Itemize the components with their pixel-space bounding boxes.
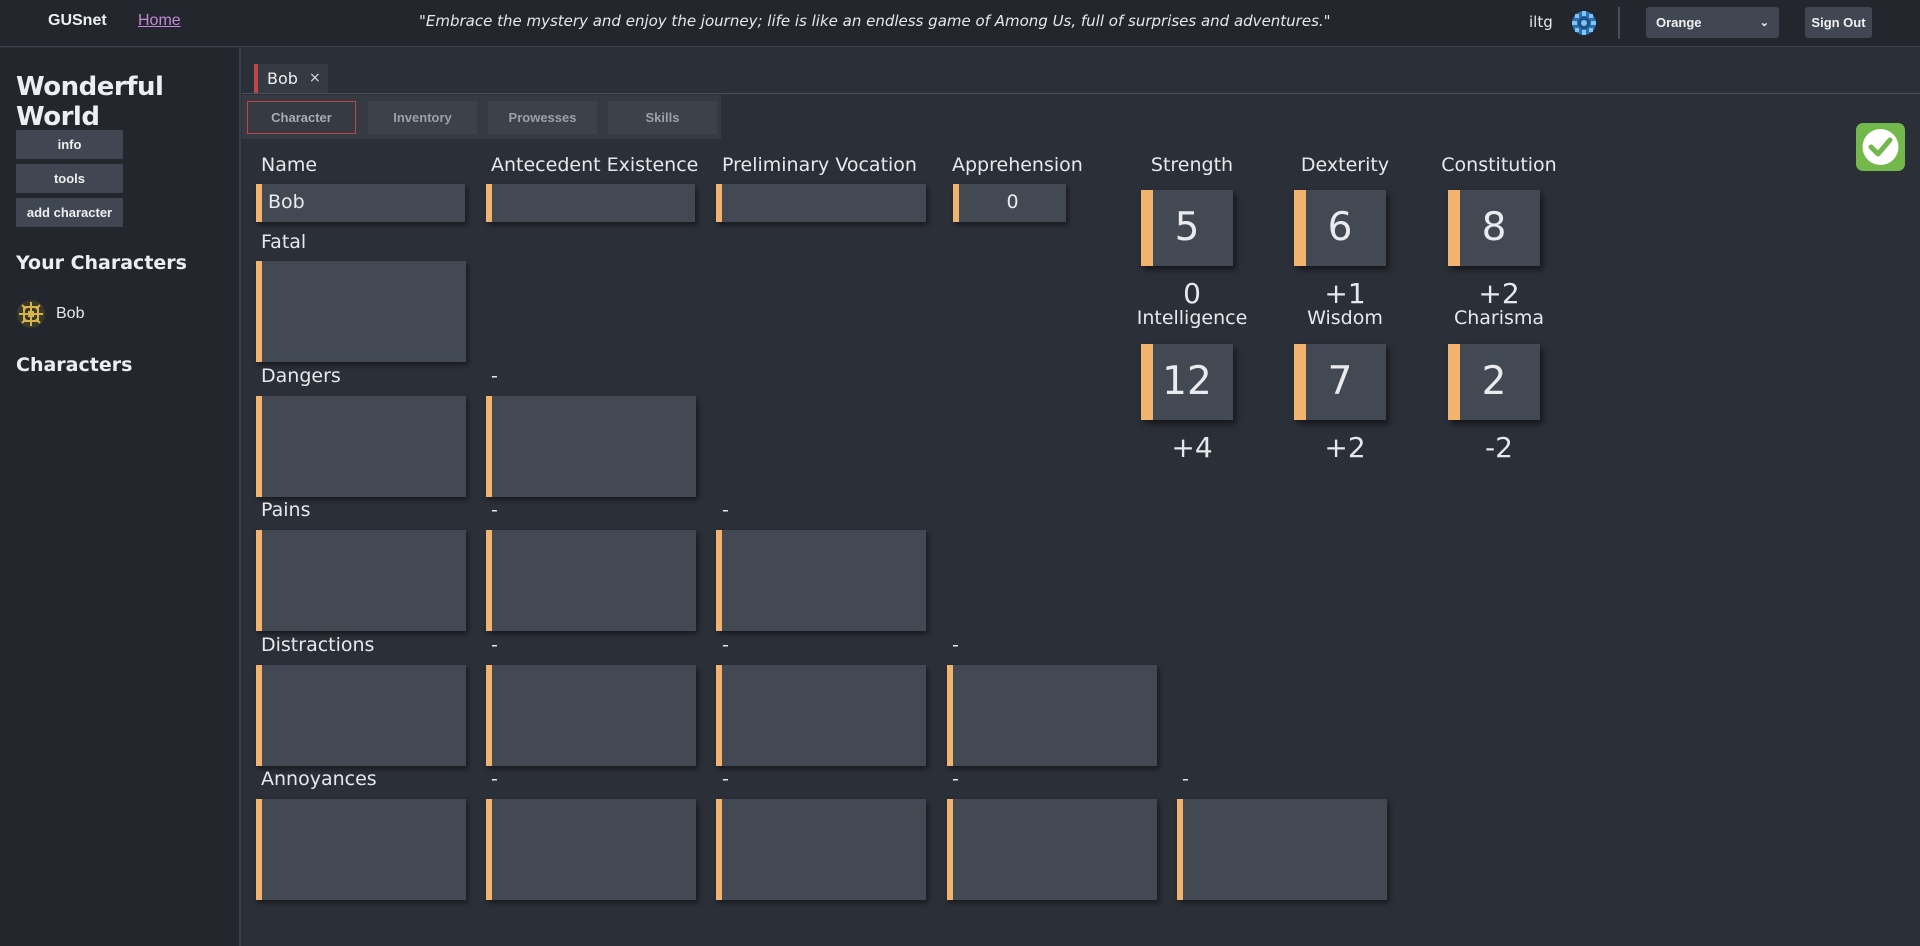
annoyances-dash-2: - [491,768,498,790]
annoyances-box-2[interactable] [486,799,696,900]
tab-bob[interactable]: Bob × [254,64,328,93]
pains-dash-2: - [491,499,498,521]
tab-character[interactable]: Character [247,101,356,134]
close-icon[interactable]: × [309,70,321,86]
tools-button[interactable]: tools [16,164,123,193]
fatal-label: Fatal [261,231,307,253]
tab-label: Bob [267,69,298,88]
apprehension-label: Apprehension [952,154,1083,176]
distractions-box-3[interactable] [716,665,926,766]
apprehension-field[interactable]: 0 [953,184,1066,222]
tab-prowesses[interactable]: Prowesses [488,101,597,134]
header-divider [1618,7,1620,39]
stat-strength-label: Strength [1150,154,1234,176]
pains-box-2[interactable] [486,530,696,631]
theme-select[interactable]: Orange ⌄ [1646,7,1779,38]
fatal-box-1[interactable] [256,261,466,362]
antecedent-field[interactable] [486,184,695,222]
distractions-box-1[interactable] [256,665,466,766]
character-token-icon [16,299,46,329]
stat-dexterity-label: Dexterity [1300,154,1390,176]
annoyances-box-1[interactable] [256,799,466,900]
dangers-box-1[interactable] [256,396,466,497]
stat-wisdom-value[interactable]: 7 [1294,344,1386,420]
annoyances-dash-5: - [1182,768,1189,790]
stat-strength-value[interactable]: 5 [1141,190,1233,266]
username: iltg [1529,13,1553,31]
sidebar-item-bob[interactable]: Bob [16,299,216,329]
annoyances-box-3[interactable] [716,799,926,900]
name-label: Name [261,154,318,176]
stat-charisma-mod: -2 [1485,431,1513,464]
your-characters-heading: Your Characters [16,252,187,274]
pains-label: Pains [261,499,311,521]
stat-strength-mod: 0 [1183,277,1201,310]
antecedent-label: Antecedent Existence [491,154,699,176]
sign-out-button[interactable]: Sign Out [1805,7,1872,38]
stat-wisdom-label: Wisdom [1307,307,1383,329]
sidebar: Wonderful World info tools add character… [0,48,241,946]
save-check-button[interactable] [1856,123,1905,171]
character-sub-tabs: Character Inventory Prowesses Skills [242,95,721,139]
world-title: Wonderful World [16,72,164,132]
distractions-dash-2: - [491,634,498,656]
add-character-button[interactable]: add character [16,198,123,227]
name-field[interactable]: Bob [256,184,465,222]
dangers-label: Dangers [261,365,341,387]
stat-constitution-label: Constitution [1441,154,1557,176]
stat-dexterity-value[interactable]: 6 [1294,190,1386,266]
pains-box-3[interactable] [716,530,926,631]
theme-select-value: Orange [1656,15,1702,30]
pains-box-1[interactable] [256,530,466,631]
annoyances-dash-4: - [952,768,959,790]
stat-wisdom-mod: +2 [1324,431,1366,464]
distractions-box-4[interactable] [947,665,1157,766]
stat-intelligence-mod: +4 [1171,431,1213,464]
home-link[interactable]: Home [138,12,181,30]
dangers-box-2[interactable] [486,396,696,497]
info-button[interactable]: info [16,130,123,159]
stat-charisma-value[interactable]: 2 [1448,344,1540,420]
stat-constitution-value[interactable]: 8 [1448,190,1540,266]
annoyances-box-5[interactable] [1177,799,1387,900]
dangers-dash-2: - [491,365,498,387]
annoyances-box-4[interactable] [947,799,1157,900]
tab-skills[interactable]: Skills [608,101,717,134]
settings-gear-icon[interactable] [1570,9,1598,37]
stat-intelligence-value[interactable]: 12 [1141,344,1233,420]
quote-banner: "Embrace the mystery and enjoy the journ… [419,12,1331,30]
distractions-box-2[interactable] [486,665,696,766]
vocation-label: Preliminary Vocation [722,154,917,176]
tab-inventory[interactable]: Inventory [368,101,477,134]
sidebar-item-label: Bob [56,305,85,322]
brand-logo[interactable]: GUSnet [48,12,107,30]
annoyances-label: Annoyances [261,768,377,790]
stat-constitution-mod: +2 [1478,277,1520,310]
stat-dexterity-mod: +1 [1324,277,1366,310]
chevron-down-icon: ⌄ [1759,17,1769,29]
stat-charisma-label: Charisma [1453,307,1545,329]
distractions-dash-3: - [722,634,729,656]
stat-intelligence-label: Intelligence [1136,307,1248,329]
pains-dash-3: - [722,499,729,521]
annoyances-dash-3: - [722,768,729,790]
vocation-field[interactable] [716,184,926,222]
distractions-label: Distractions [261,634,375,656]
document-tab-bar: Bob × [242,48,1920,94]
distractions-dash-4: - [952,634,959,656]
top-bar: GUSnet Home "Embrace the mystery and enj… [0,0,1920,47]
characters-heading[interactable]: Characters [16,354,132,376]
